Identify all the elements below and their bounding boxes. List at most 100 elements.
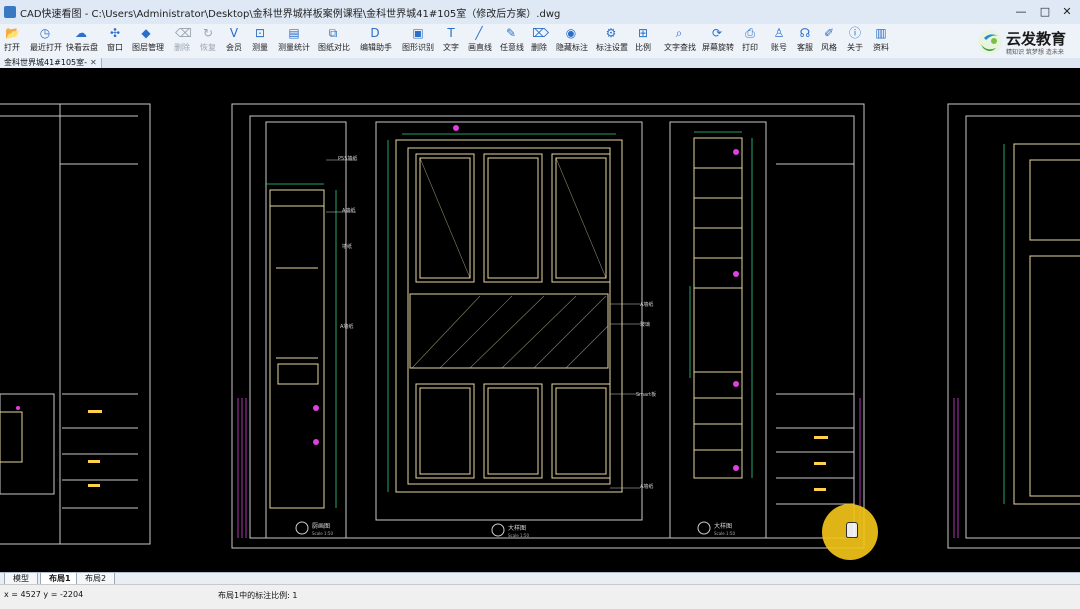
view-title: 大样图	[714, 522, 732, 530]
toolbar-button-9[interactable]: ▤ 测量统计	[278, 26, 310, 56]
toolbar-button-0[interactable]: 📂 打开	[4, 26, 20, 56]
toolbar-button-16[interactable]: ⌦ 删除	[530, 26, 549, 56]
drawing-canvas[interactable]: P55墙纸 A墙纸 墙纸 A墙纸 玻璃 Smart板 A墙纸 A墙纸 厨画图 S…	[0, 68, 1080, 572]
toolbar-button-26[interactable]: ⓘ 关于	[846, 26, 864, 56]
document-tab-label: 金科世界城41#105室-	[4, 58, 88, 67]
cursor-highlight	[822, 504, 878, 560]
toolbar-button-label: 屏幕旋转	[702, 43, 734, 52]
document-tab[interactable]: 金科世界城41#105室- ✕	[0, 58, 102, 68]
toolbar-button-22[interactable]: ⎙ 打印	[740, 26, 760, 56]
shape-recognition-icon: ▣	[412, 26, 424, 40]
window-icon: ✣	[109, 26, 121, 40]
toolbar-button-27[interactable]: ▥ 资料	[872, 26, 890, 56]
toolbar-button-1[interactable]: ◷ 最近打开	[30, 26, 62, 56]
glass-hatch	[411, 157, 609, 369]
toolbar-button-17[interactable]: ◉ 隐藏标注	[556, 26, 588, 56]
account-icon: ♙	[773, 26, 785, 40]
restore-icon: ↻	[202, 26, 214, 40]
maximize-button[interactable]: □	[1034, 4, 1056, 20]
toolbar-button-11[interactable]: D 编辑助手	[360, 26, 392, 56]
toolbar-button-24[interactable]: ☊ 客服	[796, 26, 814, 56]
toolbar-button-label: 画直线	[468, 43, 492, 52]
toolbar-button-23[interactable]: ♙ 账号	[770, 26, 788, 56]
view-scale: Scale 1:50	[312, 531, 333, 536]
title-bar: CAD快速看图 - C:\Users\Administrator\Desktop…	[0, 0, 1080, 25]
toolbar-button-label: 删除	[531, 43, 547, 52]
document-tabs: 金科世界城41#105室- ✕	[0, 58, 1080, 68]
logo-slogan: 精知识 筑梦想 造未来	[1006, 49, 1064, 56]
annotation-text: A墙纸	[340, 323, 353, 330]
toolbar-button-4[interactable]: ◆ 图层管理	[132, 26, 164, 56]
toolbar-button-label: 图形识别	[402, 43, 434, 52]
vip-icon: V	[229, 26, 239, 40]
leader-lines	[326, 159, 640, 489]
dimension-lines	[266, 131, 1005, 508]
toolbar-button-label: 风格	[821, 43, 837, 52]
toolbar-button-label: 客服	[797, 43, 813, 52]
info-icon: ⓘ	[848, 26, 861, 40]
toolbar-button-21[interactable]: ⟳ 屏幕旋转	[702, 26, 734, 56]
toolbar-button-14[interactable]: ╱ 画直线	[468, 26, 492, 56]
annotation-text: 墙纸	[342, 243, 352, 250]
eraser-icon: ⌦	[532, 26, 549, 40]
toolbar-button-5[interactable]: ⌫ 删除	[174, 26, 192, 56]
toolbar-button-label: 图层管理	[132, 43, 164, 52]
pencil-icon: ✎	[505, 26, 517, 40]
toolbar-button-3[interactable]: ✣ 窗口	[106, 26, 124, 56]
close-button[interactable]: ✕	[1056, 4, 1078, 20]
view-title: 大样图	[508, 524, 526, 532]
view-scale: Scale 1:50	[714, 531, 735, 536]
line-icon: ╱	[475, 26, 483, 40]
toolbar-button-25[interactable]: ✐ 风格	[820, 26, 838, 56]
toolbar-button-label: 文字查找	[664, 43, 696, 52]
toolbar-button-20[interactable]: ⌕ 文字查找	[664, 26, 696, 56]
print-icon: ⎙	[745, 26, 755, 40]
logo-icon	[978, 30, 1002, 54]
toolbar-button-label: 测量统计	[278, 43, 310, 52]
toolbar-button-12[interactable]: ▣ 图形识别	[402, 26, 434, 56]
toolbar-button-label: 关于	[847, 43, 863, 52]
toolbar-button-label: 任意线	[500, 43, 524, 52]
status-message: 布局1中的标注比例: 1	[218, 591, 298, 600]
toolbar-button-2[interactable]: ☁ 快看云盘	[66, 26, 98, 56]
rotate-screen-icon: ⟳	[711, 26, 723, 40]
main-toolbar: 云发教育 精知识 筑梦想 造未来 📂 打开 ◷ 最近打开 ☁ 快看云盘 ✣ 窗口 ◆ 图层管理 ⌫ 删…	[0, 24, 1080, 59]
annotation-text: A墙纸	[342, 207, 355, 214]
minimize-button[interactable]: —	[1010, 4, 1032, 20]
toolbar-button-13[interactable]: T 文字	[442, 26, 460, 56]
cabinet-lines	[269, 137, 1080, 509]
annotation-text: A墙纸	[640, 301, 653, 308]
toolbar-button-label: 打开	[4, 43, 20, 52]
left-inset-frame	[0, 393, 55, 495]
toolbar-button-label: 账号	[771, 43, 787, 52]
folder-icon: 📂	[5, 26, 20, 40]
annotation-text: 玻璃	[640, 321, 650, 328]
cloud-icon: ☁	[75, 26, 87, 40]
toolbar-button-18[interactable]: ⚙ 标注设置	[596, 26, 628, 56]
annotation-settings-icon: ⚙	[605, 26, 617, 40]
left-sheet-frame	[0, 103, 151, 545]
toolbar-button-label: 图纸对比	[318, 43, 350, 52]
clock-icon: ◷	[39, 26, 51, 40]
ruler-icon: ⊡	[254, 26, 266, 40]
toolbar-button-label: 资料	[873, 43, 889, 52]
brand-logo: 云发教育 精知识 筑梦想 造未来	[976, 26, 1072, 58]
toolbar-button-8[interactable]: ⊡ 测量	[250, 26, 270, 56]
app-icon	[4, 6, 16, 18]
delete-icon: ⌫	[175, 26, 192, 40]
view-title: 厨画图	[312, 523, 330, 530]
toolbar-button-label: 最近打开	[30, 43, 62, 52]
toolbar-button-19[interactable]: ⊞ 比例	[634, 26, 652, 56]
toolbar-button-6[interactable]: ↻ 恢复	[200, 26, 216, 56]
toolbar-button-10[interactable]: ⧉ 图纸对比	[318, 26, 350, 56]
logo-name: 云发教育	[1006, 30, 1067, 48]
toolbar-button-7[interactable]: V 会员	[226, 26, 242, 56]
text-icon: T	[447, 26, 455, 40]
toolbar-button-label: 窗口	[107, 43, 123, 52]
magenta-markers	[16, 125, 739, 471]
close-tab-icon[interactable]: ✕	[90, 58, 97, 67]
annotation-text: P55墙纸	[338, 155, 357, 162]
toolbar-button-label: 恢复	[200, 43, 216, 52]
view-scale: Scale 1:50	[508, 533, 529, 538]
toolbar-button-15[interactable]: ✎ 任意线	[500, 26, 524, 56]
